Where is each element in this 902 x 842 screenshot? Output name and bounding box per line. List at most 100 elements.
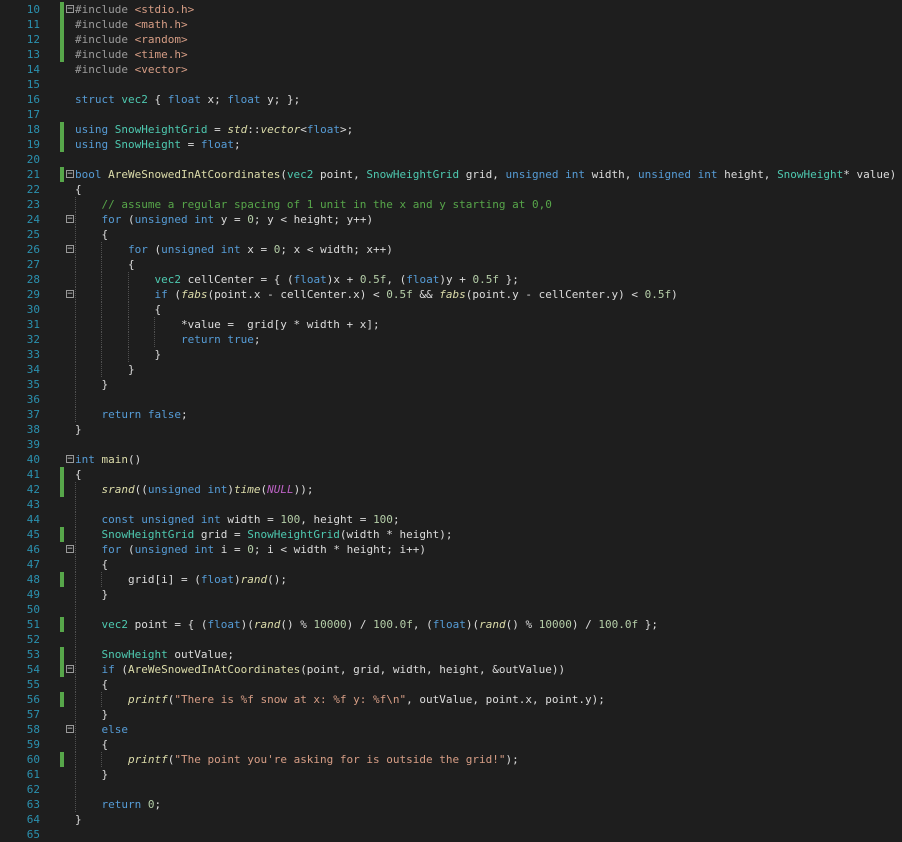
code-line[interactable]: 39 — [0, 437, 902, 452]
collapse-icon[interactable]: − — [66, 665, 74, 674]
collapse-icon[interactable]: − — [66, 215, 74, 224]
code-text[interactable]: else — [75, 722, 129, 737]
code-text[interactable]: SnowHeightGrid grid = SnowHeightGrid(wid… — [75, 527, 453, 542]
code-line[interactable]: 41 { — [0, 467, 902, 482]
code-line[interactable]: 35 } — [0, 377, 902, 392]
code-line[interactable]: 54 − if (AreWeSnowedInAtCoordinates(point… — [0, 662, 902, 677]
code-text[interactable]: for (unsigned int i = 0; i < width * hei… — [75, 542, 427, 557]
code-text[interactable]: { — [75, 182, 82, 197]
collapse-icon[interactable]: − — [66, 725, 74, 734]
code-text[interactable]: using SnowHeightGrid = std::vector<float… — [75, 122, 353, 137]
code-line[interactable]: 23 // assume a regular spacing of 1 unit… — [0, 197, 902, 212]
code-line[interactable]: 65 — [0, 827, 902, 842]
code-line[interactable]: 26 − for (unsigned int x = 0; x < width; … — [0, 242, 902, 257]
code-line[interactable]: 24 − for (unsigned int y = 0; y < height;… — [0, 212, 902, 227]
code-text[interactable]: { — [75, 677, 108, 692]
code-text[interactable]: { — [75, 467, 82, 482]
code-text[interactable]: printf("The point you're asking for is o… — [75, 752, 519, 767]
code-line[interactable]: 34 } — [0, 362, 902, 377]
code-line[interactable]: 33 } — [0, 347, 902, 362]
code-line[interactable]: 62 — [0, 782, 902, 797]
code-line[interactable]: 63 return 0; — [0, 797, 902, 812]
code-text[interactable]: #include <time.h> — [75, 47, 188, 62]
code-line[interactable]: 40 − int main() — [0, 452, 902, 467]
code-line[interactable]: 37 return false; — [0, 407, 902, 422]
code-text[interactable]: } — [75, 767, 108, 782]
code-text[interactable]: #include <vector> — [75, 62, 188, 77]
code-line[interactable]: 49 } — [0, 587, 902, 602]
code-line[interactable]: 10 − #include <stdio.h> — [0, 2, 902, 17]
collapse-icon[interactable]: − — [66, 170, 74, 179]
code-line[interactable]: 52 — [0, 632, 902, 647]
code-editor[interactable]: 10− #include <stdio.h> 11 #include <math.h>… — [0, 0, 902, 841]
code-line[interactable]: 17 — [0, 107, 902, 122]
code-line[interactable]: 45 SnowHeightGrid grid = SnowHeightGrid(… — [0, 527, 902, 542]
code-text[interactable]: SnowHeight outValue; — [75, 647, 234, 662]
code-text[interactable]: } — [75, 347, 161, 362]
code-line[interactable]: 38} — [0, 422, 902, 437]
code-line[interactable]: 32 return true; — [0, 332, 902, 347]
code-text[interactable]: #include <math.h> — [75, 17, 188, 32]
code-line[interactable]: 19 using SnowHeight = float; — [0, 137, 902, 152]
code-line[interactable]: 59 { — [0, 737, 902, 752]
code-line[interactable]: 31 *value = grid[y * width + x]; — [0, 317, 902, 332]
code-text[interactable]: { — [75, 302, 161, 317]
code-text[interactable]: struct vec2 { float x; float y; }; — [75, 92, 300, 107]
code-line[interactable]: 57 } — [0, 707, 902, 722]
code-text[interactable]: #include <random> — [75, 32, 188, 47]
code-line[interactable]: 21 − bool AreWeSnowedInAtCoordinates(vec2 … — [0, 167, 902, 182]
code-line[interactable]: 43 — [0, 497, 902, 512]
code-line[interactable]: 44 const unsigned int width = 100, heigh… — [0, 512, 902, 527]
code-text[interactable]: // assume a regular spacing of 1 unit in… — [75, 197, 552, 212]
code-line[interactable]: 56 printf("There is %f snow at x: %f y: … — [0, 692, 902, 707]
code-text[interactable]: const unsigned int width = 100, height =… — [75, 512, 400, 527]
collapse-icon[interactable]: − — [66, 5, 74, 14]
code-text[interactable]: vec2 point = { (float)(rand() % 10000) /… — [75, 617, 658, 632]
code-text[interactable]: printf("There is %f snow at x: %f y: %f\… — [75, 692, 605, 707]
code-text[interactable]: return true; — [75, 332, 260, 347]
code-text[interactable]: { — [75, 557, 108, 572]
collapse-icon[interactable]: − — [66, 290, 74, 299]
code-text[interactable]: vec2 cellCenter = { (float)x + 0.5f, (fl… — [75, 272, 518, 287]
collapse-icon[interactable]: − — [66, 545, 74, 554]
code-line[interactable]: 58 − else — [0, 722, 902, 737]
code-text[interactable]: grid[i] = (float)rand(); — [75, 572, 287, 587]
code-line[interactable]: 29− if (fabs(point.x - cellCenter.x) < 0… — [0, 287, 902, 302]
code-text[interactable]: if (AreWeSnowedInAtCoordinates(point, gr… — [75, 662, 566, 677]
code-text[interactable]: } — [75, 587, 108, 602]
code-line[interactable]: 64} — [0, 812, 902, 827]
code-line[interactable]: 27 { — [0, 257, 902, 272]
code-line[interactable]: 36 — [0, 392, 902, 407]
code-text[interactable]: } — [75, 707, 108, 722]
code-line[interactable]: 20 — [0, 152, 902, 167]
code-line[interactable]: 55 { — [0, 677, 902, 692]
code-text[interactable]: int main() — [75, 452, 141, 467]
code-text[interactable]: using SnowHeight = float; — [75, 137, 241, 152]
code-text[interactable]: srand((unsigned int)time(NULL)); — [75, 482, 314, 497]
code-line[interactable]: 51 vec2 point = { (float)(rand() % 10000… — [0, 617, 902, 632]
code-line[interactable]: 12 #include <random> — [0, 32, 902, 47]
code-text[interactable]: } — [75, 362, 135, 377]
code-line[interactable]: 61 } — [0, 767, 902, 782]
code-line[interactable]: 46 − for (unsigned int i = 0; i < width *… — [0, 542, 902, 557]
code-text[interactable]: { — [75, 227, 108, 242]
code-text[interactable]: for (unsigned int y = 0; y < height; y++… — [75, 212, 374, 227]
code-text[interactable]: #include <stdio.h> — [75, 2, 194, 17]
code-line[interactable]: 22 { — [0, 182, 902, 197]
code-text[interactable]: return 0; — [75, 797, 162, 812]
code-text[interactable]: } — [75, 377, 108, 392]
code-line[interactable]: 14 #include <vector> — [0, 62, 902, 77]
code-line[interactable]: 53 SnowHeight outValue; — [0, 647, 902, 662]
code-line[interactable]: 18 using SnowHeightGrid = std::vector<flo… — [0, 122, 902, 137]
code-line[interactable]: 15 — [0, 77, 902, 92]
code-text[interactable]: { — [75, 737, 108, 752]
code-line[interactable]: 16 struct vec2 { float x; float y; }; — [0, 92, 902, 107]
code-text[interactable]: if (fabs(point.x - cellCenter.x) < 0.5f … — [75, 287, 677, 302]
code-line[interactable]: 50 — [0, 602, 902, 617]
code-line[interactable]: 60 printf("The point you're asking for i… — [0, 752, 902, 767]
code-line[interactable]: 48 grid[i] = (float)rand(); — [0, 572, 902, 587]
code-text[interactable]: } — [75, 812, 82, 827]
code-text[interactable]: return false; — [75, 407, 188, 422]
code-line[interactable]: 28 vec2 cellCenter = { (float)x + 0.5f, … — [0, 272, 902, 287]
code-line[interactable]: 42 srand((unsigned int)time(NULL)); — [0, 482, 902, 497]
